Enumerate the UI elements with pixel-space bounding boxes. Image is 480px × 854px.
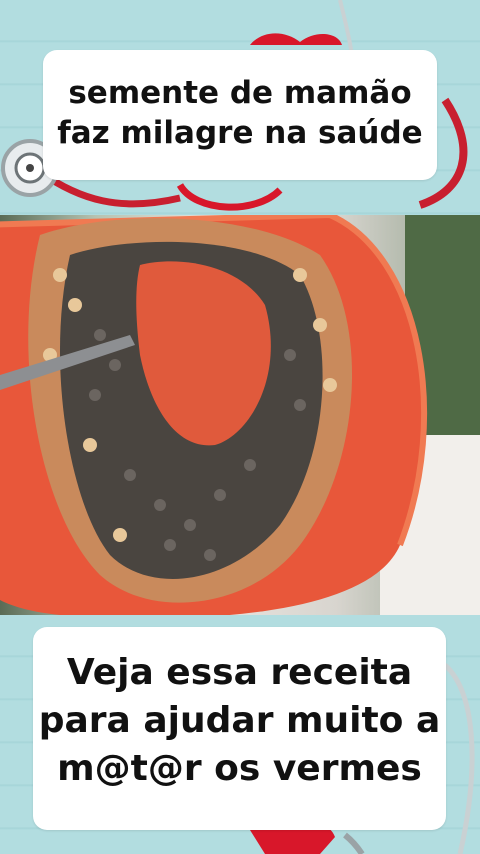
papaya-illustration <box>0 215 480 615</box>
papaya-photo <box>0 215 480 615</box>
bottom-caption-line-1: Veja essa receita <box>66 652 413 693</box>
bottom-caption-line-3: m@t@r os vermes <box>57 748 422 789</box>
bottom-caption-line-2: para ajudar muito a <box>38 700 441 741</box>
bottom-caption: Veja essa receita para ajudar muito a m@… <box>33 627 446 830</box>
top-caption-line-1: semente de mamão <box>68 75 412 111</box>
top-caption-line-2: faz milagre na saúde <box>57 115 423 151</box>
top-caption: semente de mamão faz milagre na saúde <box>43 50 437 180</box>
